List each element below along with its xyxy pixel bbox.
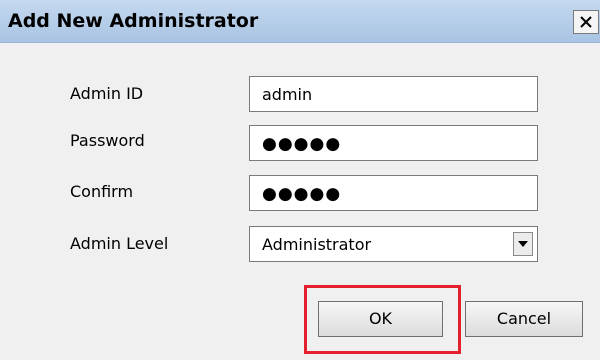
close-button[interactable] [573, 10, 599, 34]
cancel-button[interactable]: Cancel [465, 301, 583, 337]
confirm-password-field[interactable]: ●●●●● [249, 175, 538, 211]
admin-level-label: Admin Level [70, 234, 169, 253]
password-value: ●●●●● [262, 134, 342, 154]
dialog-title: Add New Administrator [8, 10, 259, 32]
dropdown-button[interactable] [513, 232, 533, 256]
admin-id-value: admin [262, 85, 313, 104]
confirm-label: Confirm [70, 182, 134, 201]
password-field[interactable]: ●●●●● [249, 125, 538, 161]
close-icon [580, 16, 592, 28]
admin-id-label: Admin ID [70, 84, 144, 103]
admin-level-selected: Administrator [262, 235, 372, 254]
confirm-value: ●●●●● [262, 184, 342, 204]
password-label: Password [70, 131, 145, 150]
admin-level-select[interactable]: Administrator [249, 226, 538, 262]
add-admin-dialog: Add New Administrator Admin ID admin Pas… [0, 0, 600, 360]
admin-id-field[interactable]: admin [249, 76, 538, 112]
ok-button[interactable]: OK [318, 301, 443, 337]
title-bar[interactable]: Add New Administrator [0, 0, 600, 43]
chevron-down-icon [518, 241, 528, 247]
